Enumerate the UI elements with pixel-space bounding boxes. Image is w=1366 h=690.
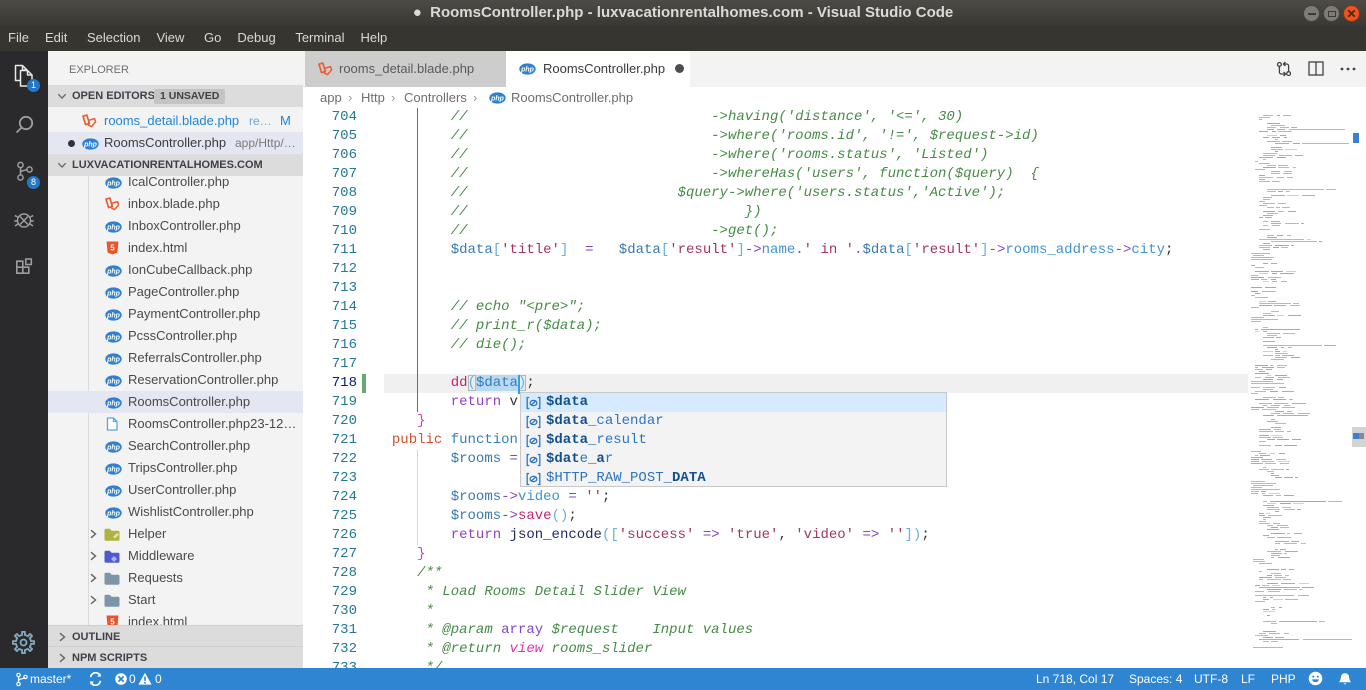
svg-text:php: php: [490, 96, 505, 103]
svg-text:php: php: [106, 357, 121, 364]
svg-text:php: php: [106, 313, 121, 320]
svg-text:php: php: [106, 467, 121, 474]
svg-text:php: php: [106, 379, 121, 386]
svg-text:php: php: [106, 401, 121, 408]
svg-text:5: 5: [110, 244, 115, 253]
svg-text:5: 5: [110, 618, 115, 626]
svg-text:php: php: [520, 67, 535, 74]
svg-text:php: php: [106, 511, 121, 518]
svg-text:php: php: [83, 142, 98, 149]
svg-text:php: php: [106, 335, 121, 342]
svg-text:php: php: [106, 291, 121, 298]
svg-text:php: php: [106, 445, 121, 452]
svg-text:php: php: [106, 269, 121, 276]
svg-text:php: php: [106, 181, 121, 188]
svg-text:php: php: [106, 225, 121, 232]
svg-text:php: php: [106, 489, 121, 496]
